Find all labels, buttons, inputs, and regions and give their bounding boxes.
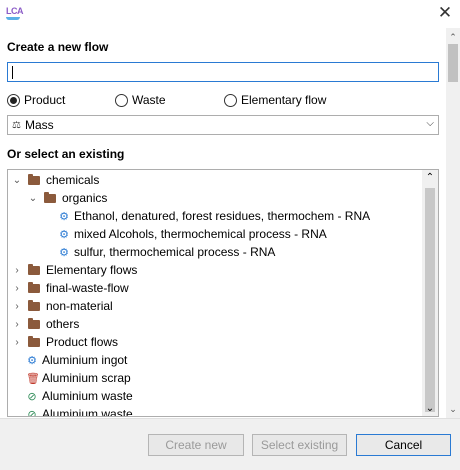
folder-icon <box>28 317 40 329</box>
radio-product[interactable]: Product <box>7 92 65 108</box>
tree-item-label: Ethanol, denatured, forest residues, the… <box>74 209 371 223</box>
radio-product-indicator[interactable] <box>7 93 20 107</box>
button-bar: Create new Select existing Cancel <box>0 418 460 470</box>
tree-item-elementary[interactable]: ⊘ Aluminium waste <box>26 405 133 417</box>
tree-item-label: organics <box>62 191 108 205</box>
title-bar: LCA ✕ <box>0 0 460 28</box>
tree-item-product[interactable]: ⚙ sulfur, thermochemical process - RNA <box>58 243 275 261</box>
radio-waste[interactable]: Waste <box>115 92 166 108</box>
tree-scrollbar[interactable]: ⌃ ⌄ <box>422 170 438 416</box>
folder-icon <box>28 299 40 311</box>
folder-icon <box>28 173 40 185</box>
chevron-right-icon[interactable]: › <box>12 337 22 348</box>
tree-item-label: chemicals <box>46 173 100 187</box>
tree-item-elementary[interactable]: ⊘ Aluminium waste <box>26 387 133 405</box>
scroll-up-icon[interactable]: ⌃ <box>422 172 438 183</box>
tree-item-product[interactable]: ⚙ Aluminium ingot <box>26 351 127 369</box>
tree-item-others[interactable]: › others <box>12 315 79 333</box>
tree-item-label: final-waste-flow <box>46 281 129 295</box>
tree-item-label: Aluminium scrap <box>42 371 131 385</box>
tree-item-label: Aluminium waste <box>42 389 133 403</box>
leaf-icon: ⊘ <box>27 408 37 417</box>
dialog-content: Create a new flow Product Waste Elementa… <box>0 28 446 418</box>
product-flow-icon: ⚙ <box>59 246 69 259</box>
create-heading: Create a new flow <box>7 40 109 54</box>
chevron-right-icon[interactable]: › <box>12 265 22 276</box>
tree-item-label: Aluminium ingot <box>42 353 128 367</box>
tree-item-product[interactable]: ⚙ Ethanol, denatured, forest residues, t… <box>58 207 370 225</box>
folder-icon <box>28 263 40 275</box>
tree-item-elementary-flows[interactable]: › Elementary flows <box>12 261 137 279</box>
chevron-right-icon[interactable]: › <box>12 283 22 294</box>
tree-item-label: non-material <box>46 299 113 313</box>
create-new-button[interactable]: Create new <box>148 434 244 456</box>
scroll-up-icon[interactable]: ⌃ <box>446 30 460 44</box>
chevron-down-icon[interactable]: ⌄ <box>12 175 22 186</box>
product-flow-icon: ⚙ <box>59 210 69 223</box>
cancel-button[interactable]: Cancel <box>356 434 451 456</box>
tree-item-organics[interactable]: ⌄ organics <box>28 189 108 207</box>
tree-item-non-material[interactable]: › non-material <box>12 297 113 315</box>
select-existing-button[interactable]: Select existing <box>252 434 347 456</box>
scrollbar-thumb[interactable] <box>425 188 435 412</box>
tree-item-product-flows[interactable]: › Product flows <box>12 333 118 351</box>
scroll-down-icon[interactable]: ⌄ <box>446 402 460 416</box>
scroll-down-icon[interactable]: ⌄ <box>422 403 438 414</box>
product-flow-icon: ⚙ <box>27 354 37 367</box>
tree-item-product[interactable]: ⚙ mixed Alcohols, thermochemical process… <box>58 225 327 243</box>
tree-item-chemicals[interactable]: ⌄ chemicals <box>12 171 100 189</box>
tree-item-waste[interactable]: 🗑 Aluminium scrap <box>26 369 131 387</box>
flow-property-select[interactable]: ⚖ Mass ⌵ <box>7 115 439 135</box>
product-flow-icon: ⚙ <box>59 228 69 241</box>
chevron-down-icon[interactable]: ⌄ <box>28 193 38 204</box>
dialog-scrollbar[interactable]: ⌃ ⌄ <box>446 28 460 418</box>
radio-elementary-flow[interactable]: Elementary flow <box>224 92 326 108</box>
radio-product-label: Product <box>24 93 66 107</box>
tree-item-label: Product flows <box>46 335 119 349</box>
folder-icon <box>28 281 40 293</box>
tree-item-label: others <box>46 317 80 331</box>
chevron-down-icon[interactable]: ⌵ <box>426 118 434 129</box>
close-button[interactable]: ✕ <box>436 4 454 22</box>
chevron-right-icon[interactable]: › <box>12 319 22 330</box>
folder-icon <box>44 191 56 203</box>
balance-scale-icon: ⚖ <box>12 119 21 131</box>
flow-name-input[interactable] <box>7 62 439 82</box>
radio-elementary-indicator[interactable] <box>224 93 237 107</box>
tree-item-final-waste-flow[interactable]: › final-waste-flow <box>12 279 129 297</box>
scrollbar-thumb[interactable] <box>448 44 458 82</box>
tree-item-label: Elementary flows <box>46 263 138 277</box>
waste-flow-icon: 🗑 <box>26 372 40 385</box>
flow-property-value: Mass <box>24 118 54 132</box>
tree-item-label: mixed Alcohols, thermochemical process -… <box>74 227 327 241</box>
leaf-icon: ⊘ <box>27 390 37 403</box>
existing-heading: Or select an existing <box>7 147 125 161</box>
tree-item-label: Aluminium waste <box>42 407 133 417</box>
text-caret <box>12 66 13 79</box>
radio-elementary-label: Elementary flow <box>241 93 327 107</box>
tree-item-label: sulfur, thermochemical process - RNA <box>74 245 276 259</box>
folder-icon <box>28 335 40 347</box>
chevron-right-icon[interactable]: › <box>12 301 22 312</box>
app-logo-icon: LCA <box>6 6 24 20</box>
radio-waste-label: Waste <box>132 93 166 107</box>
flow-tree[interactable]: ⌄ chemicals ⌄ organics ⚙ Ethanol, denatu… <box>7 169 439 417</box>
radio-waste-indicator[interactable] <box>115 93 128 107</box>
